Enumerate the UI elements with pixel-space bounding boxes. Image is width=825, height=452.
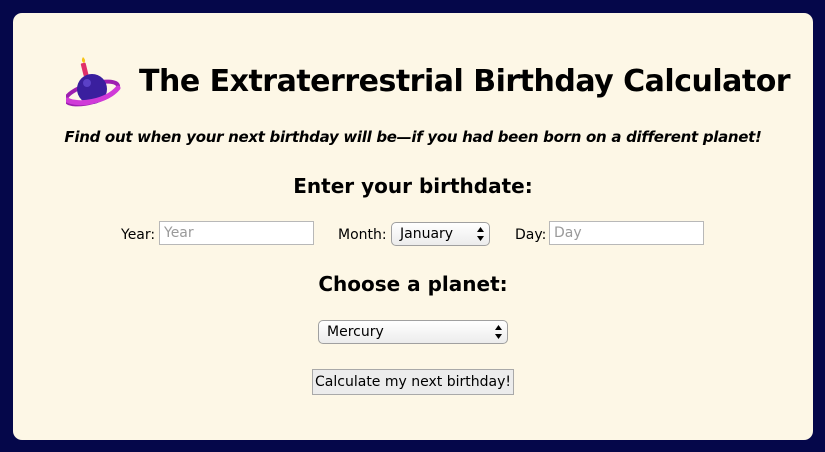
year-input[interactable] [159,221,314,245]
month-select[interactable]: January [391,222,490,246]
page-title: The Extraterrestrial Birthday Calculator [139,64,791,99]
calculate-button[interactable]: Calculate my next birthday! [312,369,514,395]
page-subtitle: Find out when your next birthday will be… [64,128,762,146]
month-label: Month: [338,227,387,243]
planet-select[interactable]: Mercury [318,320,508,344]
planet-selected-value: Mercury [327,324,384,340]
title-row: The Extraterrestrial Birthday Calculator [13,56,813,114]
planet-with-candle-icon [66,57,121,107]
day-input[interactable] [549,221,704,245]
month-selected-value: January [400,226,454,242]
day-label: Day: [515,227,547,243]
planet-heading: Choose a planet: [318,272,508,296]
select-arrows-icon [495,325,502,339]
birthdate-heading: Enter your birthdate: [293,174,533,198]
calculator-card: The Extraterrestrial Birthday Calculator… [13,13,813,440]
year-label: Year: [121,227,156,243]
select-arrows-icon [477,227,484,241]
